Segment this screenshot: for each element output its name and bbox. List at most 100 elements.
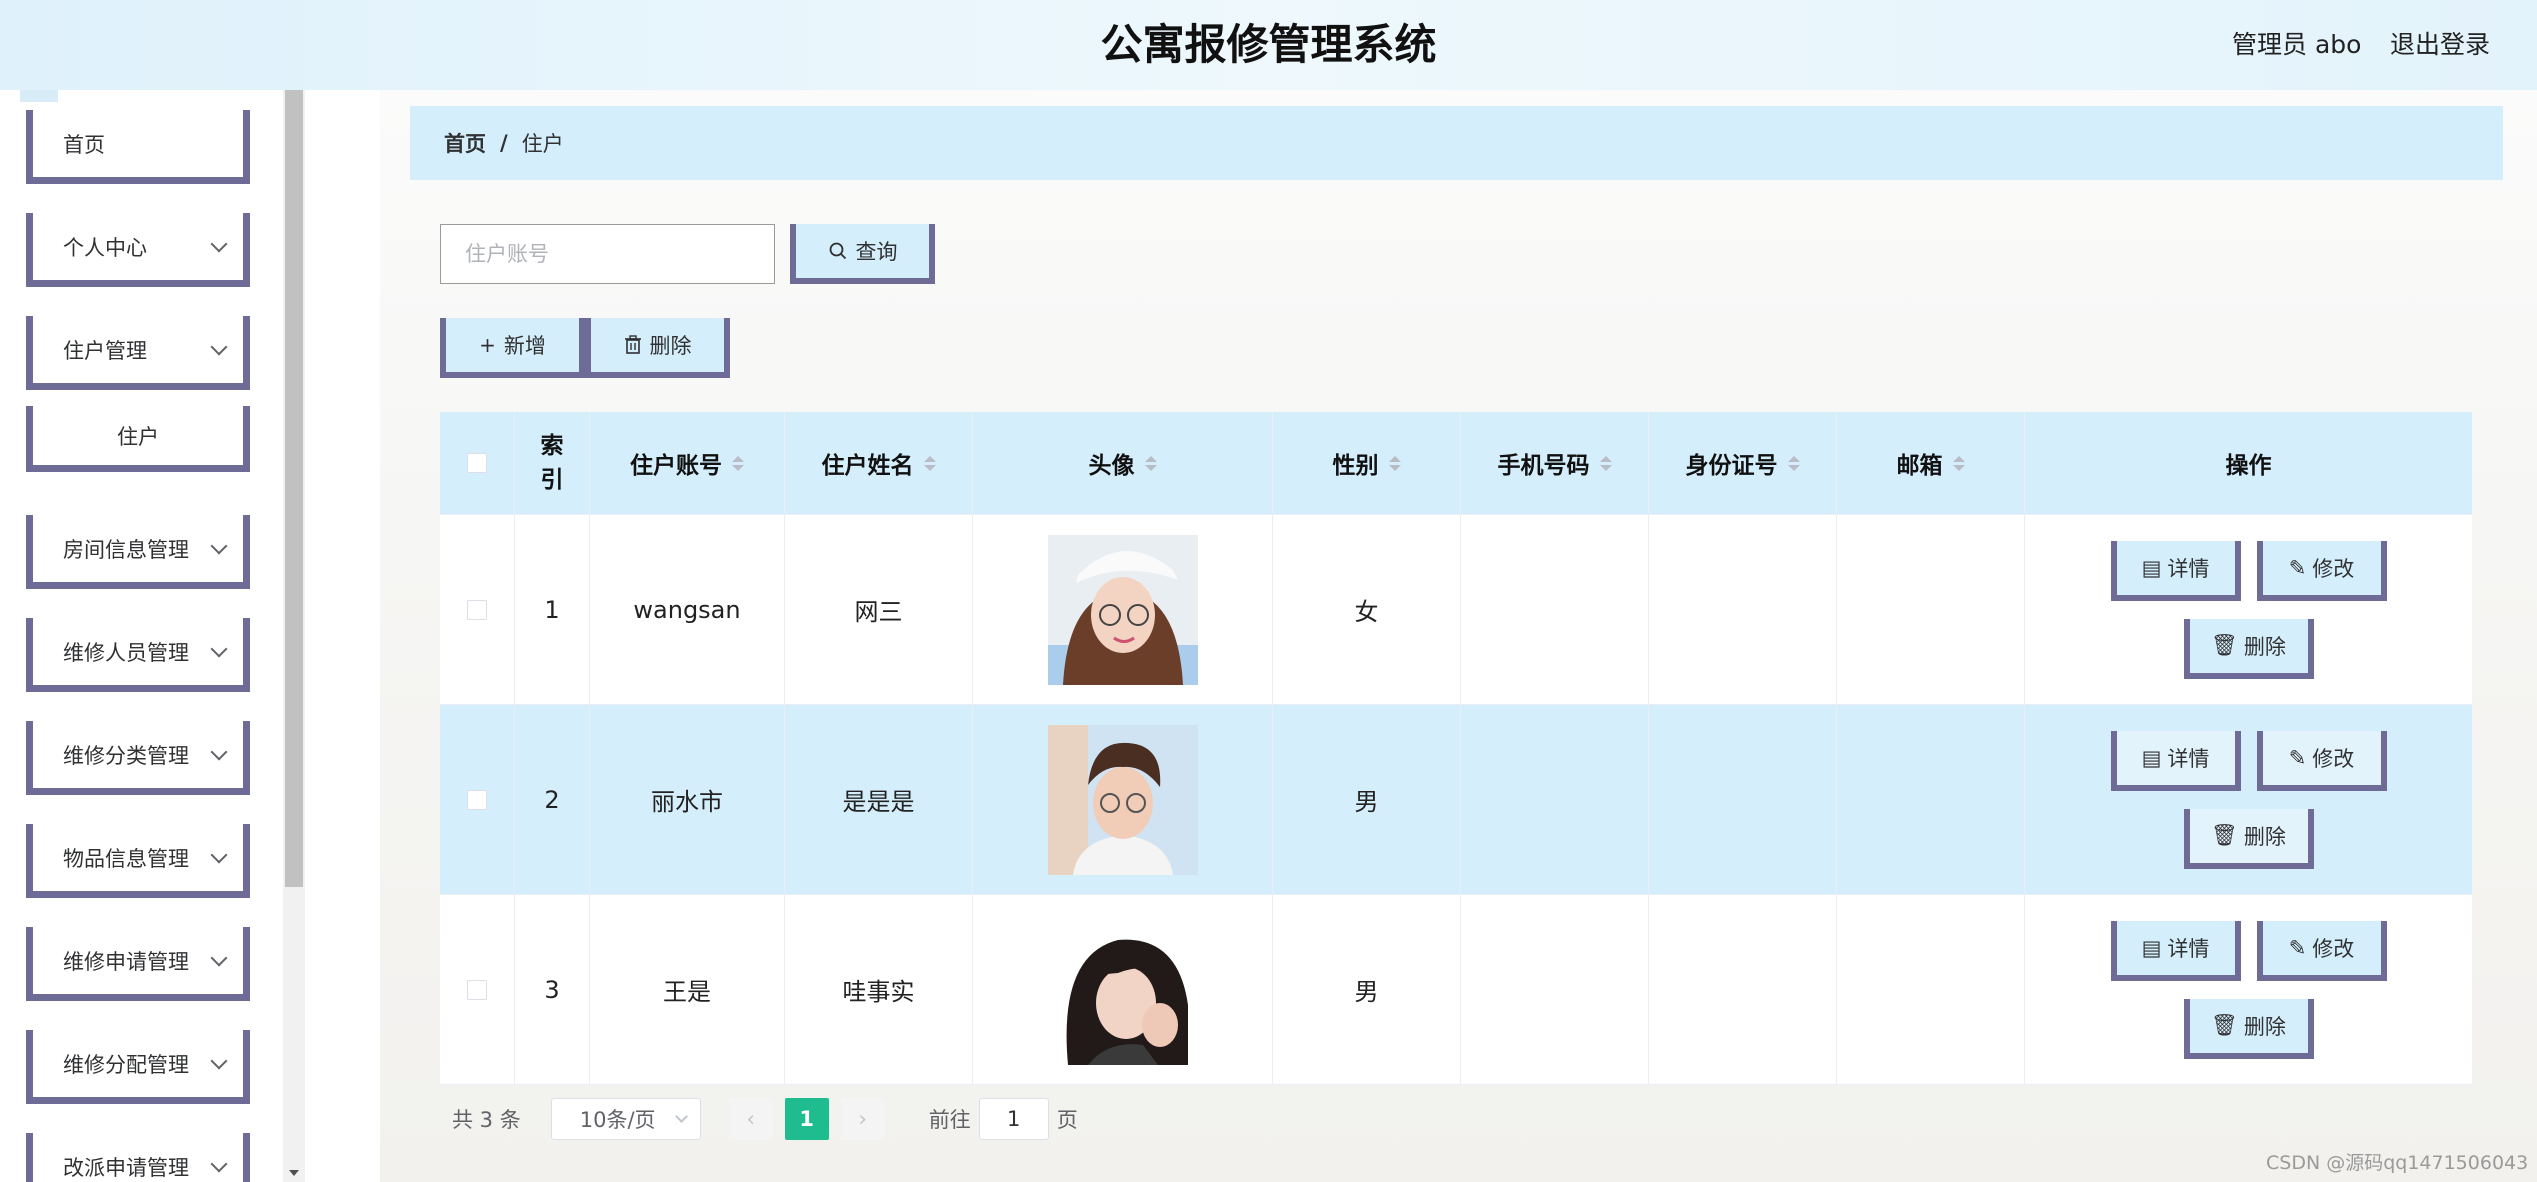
sort-icon[interactable] [1787,455,1800,471]
row-checkbox[interactable] [467,979,487,1000]
document-icon: ▤ [2141,745,2162,770]
sidebar-item-repair-category[interactable]: 维修分类管理 [26,721,250,795]
sidebar-item-personal-center[interactable]: 个人中心 [26,213,250,287]
cell-account: 王是 [590,895,785,1084]
add-button-label: 新增 [503,334,546,358]
delete-button[interactable]: 🗑 删除 [2183,998,2314,1059]
cell-avatar [973,895,1273,1084]
header-phone[interactable]: 手机号码 [1461,412,1649,514]
sidebar-item-label: 物品信息管理 [63,846,189,871]
search-input[interactable] [440,224,775,284]
edit-button[interactable]: ✎ 修改 [2256,920,2387,981]
avatar[interactable] [1047,724,1198,875]
scrollbar-thumb[interactable] [285,90,303,887]
cell-actions: ▤ 详情 ✎ 修改 🗑 删除 [2025,705,2472,894]
next-page-button[interactable]: › [840,1098,885,1140]
page-number-active[interactable]: 1 [784,1098,829,1140]
sidebar-item-repair-staff[interactable]: 维修人员管理 [26,618,250,692]
chevron-down-icon [210,1155,228,1172]
sidebar: 首页 个人中心 住户管理 住户 房间信息管理 维修人员管理 维修分类管理 物品信… [0,90,283,1182]
scroll-down-arrow-icon[interactable] [289,1170,299,1176]
header-name[interactable]: 住户姓名 [785,412,973,514]
cell-gender: 男 [1273,895,1461,1084]
edit-button[interactable]: ✎ 修改 [2256,540,2387,601]
sort-icon[interactable] [1599,455,1612,471]
add-button[interactable]: + 新增 [440,318,585,378]
table-row: 3 王是 哇事实 男 ▤ 详情 ✎ 修改 🗑 删除 [440,894,2472,1084]
header-idcard[interactable]: 身份证号 [1649,412,1837,514]
cell-avatar [973,515,1273,704]
cell-index: 1 [515,515,590,704]
cell-gender: 男 [1273,705,1461,894]
cell-idcard [1649,705,1837,894]
prev-page-button[interactable]: ‹ [728,1098,773,1140]
breadcrumb-separator: / [500,131,508,155]
header-account[interactable]: 住户账号 [590,412,785,514]
header-actions: 操作 [2225,453,2272,479]
admin-label: 管理员 abo [2232,30,2362,59]
select-all-checkbox[interactable] [467,453,487,473]
sidebar-decoration [20,90,58,102]
detail-button[interactable]: ▤ 详情 [2110,730,2241,791]
pagination: 共 3 条 10条/页 ‹ 1 › 前往 页 [440,1097,1078,1141]
actions-line: ▤ 详情 ✎ 修改 [2110,920,2387,981]
sidebar-item-label: 改派申请管理 [63,1155,189,1180]
sidebar-item-room-info[interactable]: 房间信息管理 [26,515,250,589]
main-content: 首页 / 住户 查询 + 新增 删除 索引 住户 [305,90,2537,1182]
avatar[interactable] [1047,914,1198,1065]
sidebar-item-label: 维修分配管理 [63,1052,189,1077]
trash-icon: 🗑 [2211,633,2238,657]
header-select-all-cell [440,412,515,514]
cell-account: 丽水市 [590,705,785,894]
page-size-select[interactable]: 10条/页 [550,1098,701,1140]
sidebar-item-repair-assignment[interactable]: 维修分配管理 [26,1030,250,1104]
batch-delete-button[interactable]: 删除 [585,318,730,378]
sidebar-item-resident[interactable]: 住户 [26,406,250,472]
sidebar-item-repair-request[interactable]: 维修申请管理 [26,927,250,1001]
row-checkbox[interactable] [467,789,487,810]
delete-button[interactable]: 🗑 删除 [2183,808,2314,869]
edit-button[interactable]: ✎ 修改 [2256,730,2387,791]
header-gender[interactable]: 性别 [1273,412,1461,514]
chevron-down-icon [210,235,228,252]
logout-link[interactable]: 退出登录 [2390,0,2490,90]
sidebar-item-reassign-request[interactable]: 改派申请管理 [26,1133,250,1182]
sidebar-scrollbar[interactable] [283,90,305,1182]
header-phone-label: 手机号码 [1497,453,1590,479]
cell-actions: ▤ 详情 ✎ 修改 🗑 删除 [2025,515,2472,704]
edit-button-label: 修改 [2312,936,2355,961]
sort-icon[interactable] [1144,455,1157,471]
sidebar-item-label: 住户管理 [63,338,147,363]
header-email[interactable]: 邮箱 [1837,412,2025,514]
delete-button-label: 删除 [2243,824,2286,849]
breadcrumb-home[interactable]: 首页 [444,128,486,158]
chevron-down-icon [210,537,228,554]
sidebar-item-label: 维修申请管理 [63,949,189,974]
chevron-left-icon: ‹ [746,1107,755,1131]
avatar[interactable] [1047,534,1198,685]
header-avatar[interactable]: 头像 [973,412,1273,514]
sort-icon[interactable] [923,455,936,471]
header-gender-label: 性别 [1332,453,1379,479]
goto-page-input[interactable] [978,1098,1049,1140]
sidebar-item-home[interactable]: 首页 [26,110,250,184]
row-select-cell [440,705,515,894]
sidebar-item-item-info[interactable]: 物品信息管理 [26,824,250,898]
delete-button-label: 删除 [2243,634,2286,659]
sidebar-item-label: 住户 [117,424,159,449]
delete-button[interactable]: 🗑 删除 [2183,618,2314,679]
sort-icon[interactable] [732,455,744,471]
detail-button[interactable]: ▤ 详情 [2110,920,2241,981]
chevron-right-icon: › [858,1107,867,1131]
cell-avatar [973,705,1273,894]
header-name-label: 住户姓名 [821,453,914,479]
sort-icon[interactable] [1952,455,1965,471]
search-button[interactable]: 查询 [790,224,935,284]
pagination-total: 共 3 条 [452,1108,521,1132]
breadcrumb: 首页 / 住户 [410,106,2503,180]
page-size-value: 10条/页 [579,1108,656,1132]
sort-icon[interactable] [1388,455,1401,471]
detail-button[interactable]: ▤ 详情 [2110,540,2241,601]
row-checkbox[interactable] [467,599,487,620]
sidebar-item-resident-management[interactable]: 住户管理 [26,316,250,390]
